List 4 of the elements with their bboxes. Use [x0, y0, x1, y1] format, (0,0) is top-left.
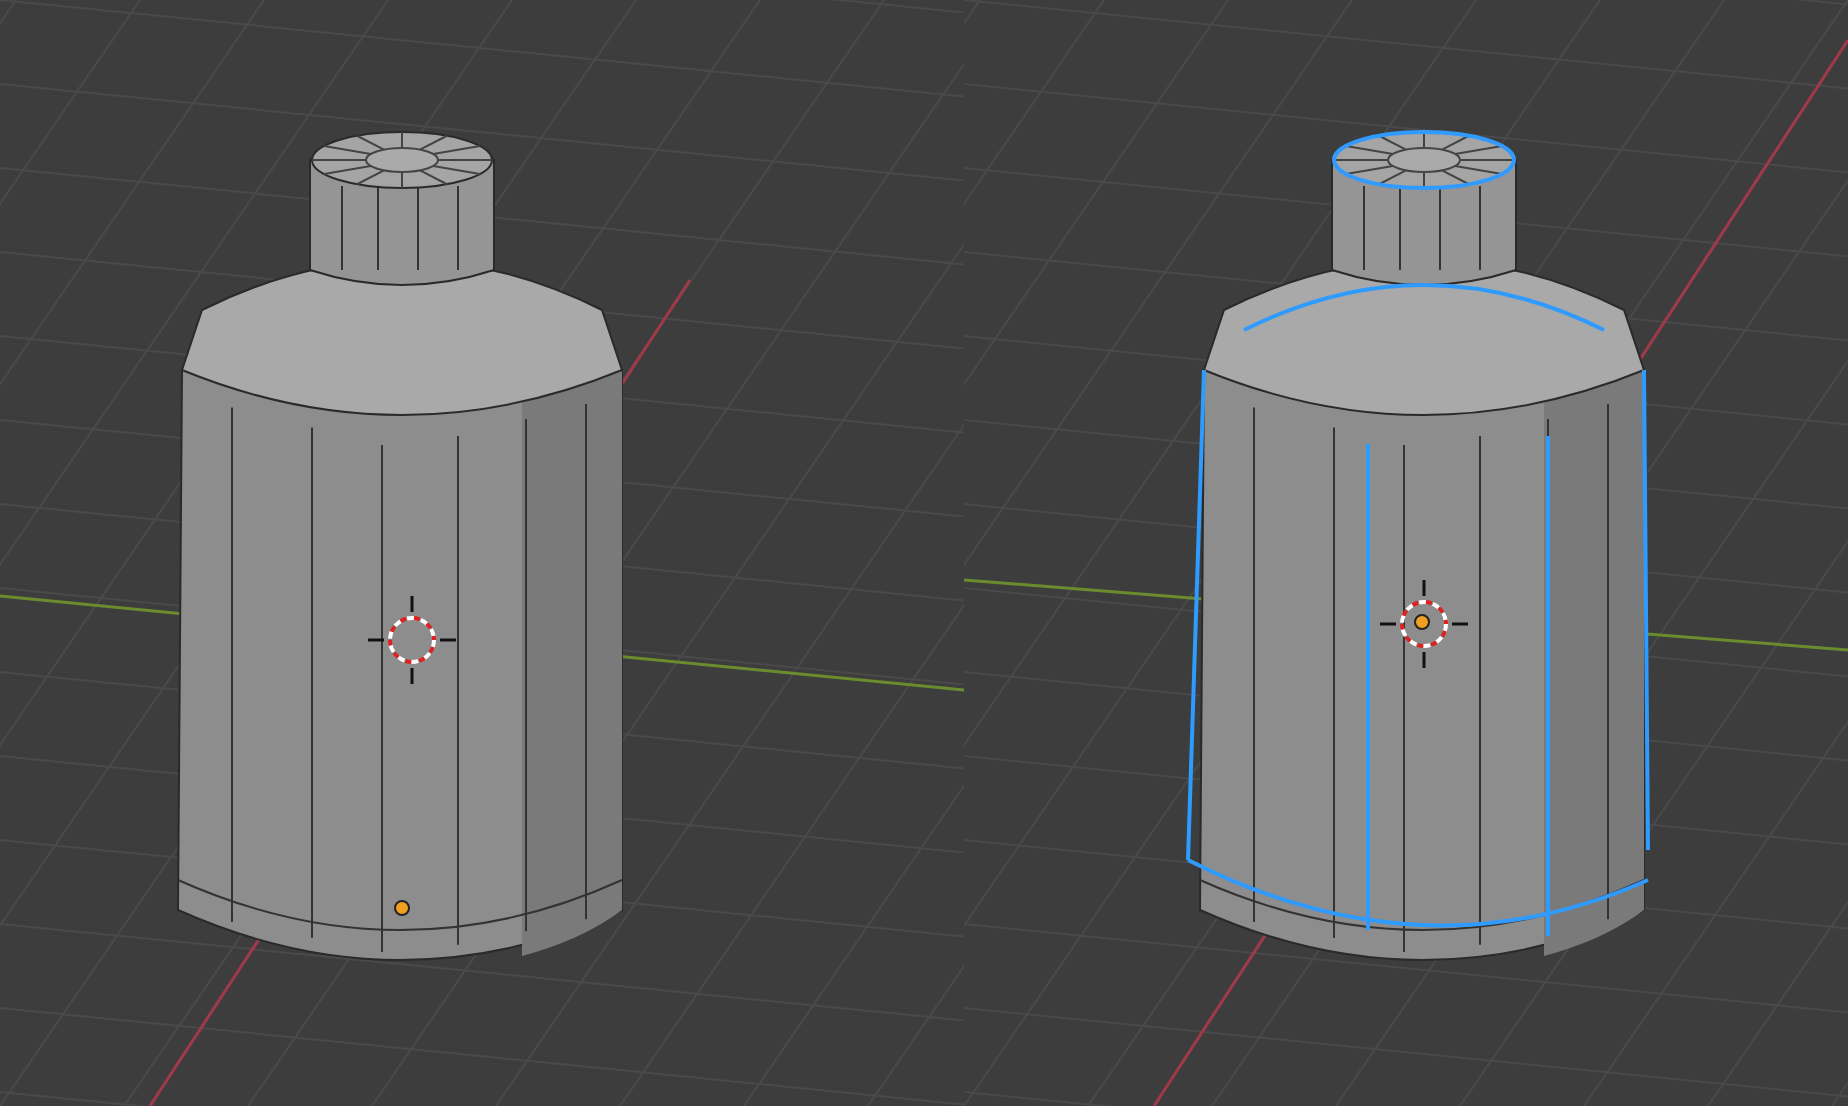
3d-cursor-icon	[1378, 578, 1470, 670]
origin-dot-icon	[394, 900, 410, 916]
origin-dot-icon	[1414, 614, 1430, 630]
3d-cursor-icon	[366, 594, 458, 686]
